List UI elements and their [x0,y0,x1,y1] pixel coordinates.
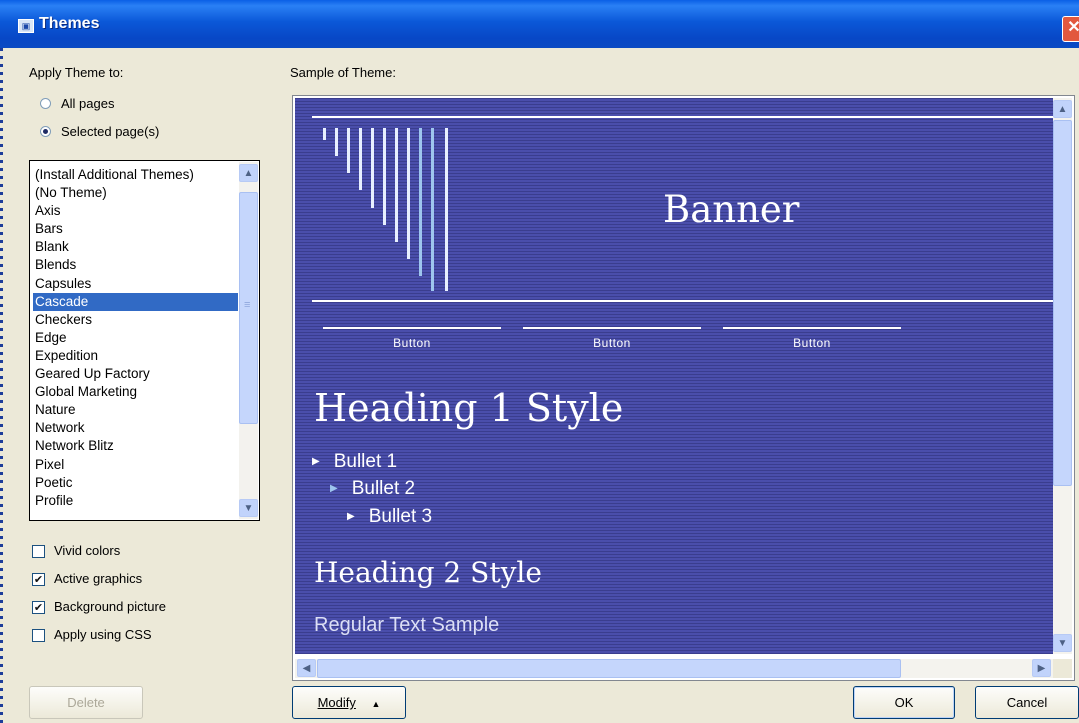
nav-rule [523,327,701,329]
bullet-item-3: ▶ Bullet 3 [347,506,432,528]
cascade-bar [335,128,338,156]
list-item[interactable]: Geared Up Factory [33,365,238,383]
scroll-up-icon[interactable]: ▲ [239,164,258,182]
checkbox-box[interactable] [32,629,45,642]
cascade-bar [371,128,374,208]
radio-indicator[interactable] [40,98,51,109]
list-item[interactable]: Expedition [33,347,238,365]
background-picture-label: Background picture [54,599,167,614]
nav-rule [723,327,901,329]
bullet-item-1: ▶ Bullet 1 [312,451,397,473]
list-scroll-thumb[interactable] [239,192,258,424]
heading1-sample: Heading 1 Style [314,386,624,430]
list-item[interactable]: Capsules [33,275,238,293]
list-item[interactable]: Global Marketing [33,383,238,401]
sample-nav-button: Button [593,336,631,350]
apply-css-checkbox[interactable]: Apply using CSS [29,627,189,645]
heading2-sample: Heading 2 Style [314,556,542,589]
bullet-text: Bullet 3 [368,506,433,527]
window-title: Themes [39,15,100,32]
scroll-down-icon[interactable]: ▼ [239,499,258,517]
cascade-bar [347,128,350,173]
list-item[interactable]: Poetic [33,474,238,492]
banner-bottom-rule [312,300,1053,302]
theme-listbox[interactable]: (Install Additional Themes) (No Theme) A… [29,160,260,521]
vivid-colors-label: Vivid colors [54,543,121,558]
theme-preview: Banner Button Button Button Heading 1 St… [292,95,1075,681]
delete-button[interactable]: Delete [29,686,143,719]
scroll-corner [1053,659,1072,678]
sample-label: Sample of Theme: [290,65,396,80]
close-button[interactable]: ✕ [1062,16,1079,42]
sample-nav-button: Button [793,336,831,350]
list-item[interactable]: Network Blitz [33,437,238,455]
cascade-bar [383,128,386,225]
bullet-text: Bullet 2 [351,478,416,499]
active-graphics-label: Active graphics [54,571,143,586]
bullet-arrow-icon: ▶ [347,511,355,522]
radio-all-pages-label: All pages [61,96,115,111]
cascade-bar [359,128,362,190]
vertical-scroll-thumb[interactable] [1053,120,1072,486]
scroll-down-icon[interactable]: ▼ [1053,634,1072,652]
cascade-bar [407,128,410,259]
banner-text: Banner [663,188,800,231]
app-icon: ▣ [18,19,34,33]
apply-theme-label: Apply Theme to: [29,65,124,80]
modify-button[interactable]: Modify ▲ [292,686,406,719]
background-picture-checkbox[interactable]: Background picture [29,599,199,617]
horizontal-scroll-thumb[interactable] [317,659,901,678]
modify-arrow-icon: ▲ [371,699,381,709]
nav-rule [323,327,501,329]
cascade-bar [395,128,398,242]
ok-button[interactable]: OK [853,686,955,719]
preview-canvas: Banner Button Button Button Heading 1 St… [295,98,1053,654]
apply-css-label: Apply using CSS [54,627,152,642]
theme-list-items[interactable]: (Install Additional Themes) (No Theme) A… [33,166,238,510]
cascade-bar [445,128,448,291]
list-item[interactable]: (No Theme) [33,184,238,202]
bullet-item-2: ▶ Bullet 2 [330,478,415,500]
sample-nav-button: Button [393,336,431,350]
scroll-up-icon[interactable]: ▲ [1053,100,1072,118]
list-item[interactable]: Edge [33,329,238,347]
list-item[interactable]: Checkers [33,311,238,329]
list-item[interactable]: Bars [33,220,238,238]
cascade-bar [431,128,434,291]
radio-selected-pages-label: Selected page(s) [61,124,160,139]
cascade-bar [323,128,326,140]
radio-selected-pages[interactable]: Selected page(s) [37,124,187,142]
checkbox-box[interactable] [32,573,45,586]
cancel-button[interactable]: Cancel [975,686,1079,719]
cascade-bar [419,128,422,276]
bullet-arrow-icon: ▶ [330,483,338,494]
list-item[interactable]: Axis [33,202,238,220]
active-graphics-checkbox[interactable]: Active graphics [29,571,179,589]
list-scrollbar[interactable]: ▲ ▼ [239,162,258,519]
modify-button-label: Modify [317,695,356,710]
bullet-arrow-icon: ▶ [312,456,320,467]
vivid-colors-checkbox[interactable]: Vivid colors [29,543,169,561]
scroll-right-icon[interactable]: ▶ [1032,659,1051,677]
regular-text-sample: Regular Text Sample [314,614,500,636]
list-item[interactable]: Network [33,419,238,437]
title-bar [0,0,1079,48]
list-item[interactable]: (Install Additional Themes) [33,166,238,184]
list-item[interactable]: Profile [33,492,238,510]
list-item[interactable]: Blank [33,238,238,256]
scroll-left-icon[interactable]: ◀ [297,659,316,677]
checkbox-box[interactable] [32,545,45,558]
list-item[interactable]: Pixel [33,456,238,474]
checkbox-box[interactable] [32,601,45,614]
radio-all-pages[interactable]: All pages [37,96,147,114]
bullet-text: Bullet 1 [333,451,398,472]
list-item[interactable]: Blends [33,256,238,274]
banner-top-rule [312,116,1053,118]
preview-vertical-scrollbar[interactable]: ▲ ▼ [1053,98,1072,654]
list-item-selected[interactable]: Cascade [33,292,238,311]
preview-horizontal-scrollbar[interactable]: ◀ ▶ [295,659,1053,678]
list-item[interactable]: Nature [33,401,238,419]
window-edge [0,48,3,723]
radio-indicator[interactable] [40,126,51,137]
